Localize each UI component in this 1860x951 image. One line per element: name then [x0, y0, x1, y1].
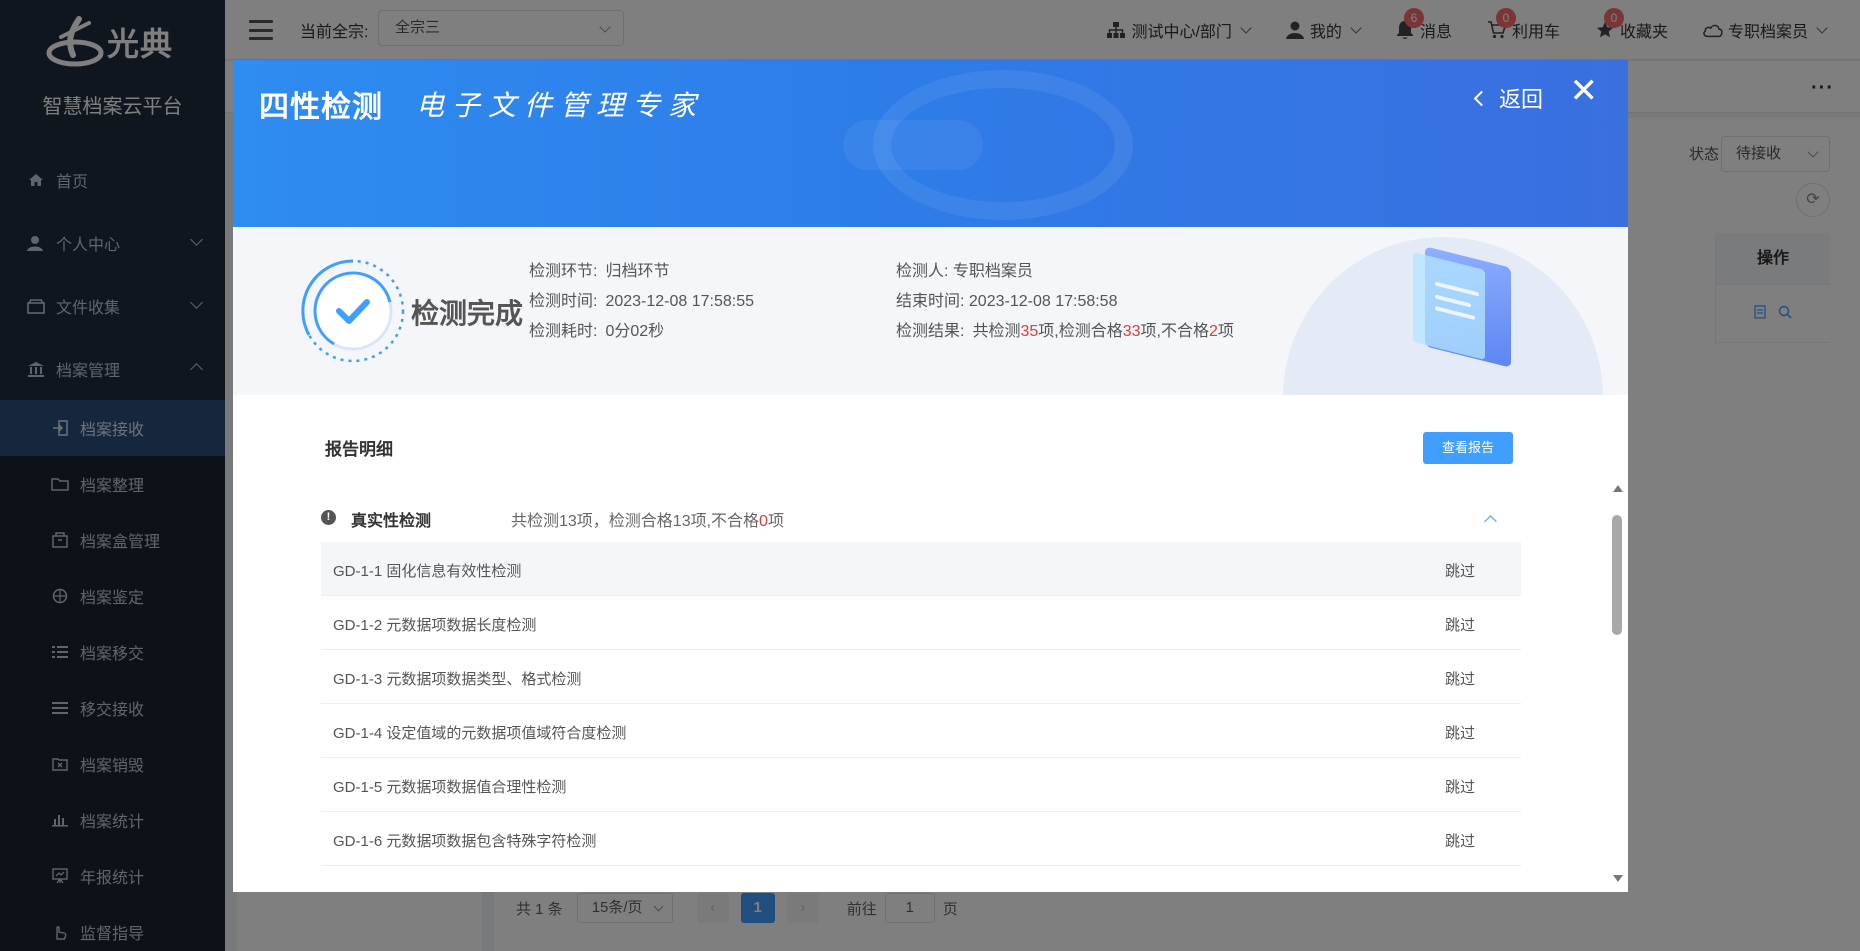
group-stat-prefix: 共检测13项，检测合格13项,不合格	[511, 513, 760, 530]
dialog-slogan: 电子文件管理专家	[416, 89, 705, 122]
row-result: 跳过	[1445, 725, 1476, 742]
table-row: GD-1-4 设定值域的元数据项值域符合度检测 跳过	[321, 704, 1521, 758]
detection-info-left: 检测环节: 归档环节 检测时间: 2023-12-08 17:58:55 检测耗时:…	[529, 257, 754, 347]
row-result: 跳过	[1445, 833, 1476, 850]
group-stat: 共检测13项，检测合格13项,不合格0项	[511, 507, 784, 531]
inspector-label: 检测人:	[896, 263, 949, 280]
duration-value: 0分02秒	[605, 323, 665, 340]
back-label: 返回	[1498, 87, 1543, 112]
row-item: GD-1-3 元数据项数据类型、格式检测	[333, 671, 582, 688]
table-row: GD-1-6 元数据项数据包含特殊字符检测 跳过	[321, 812, 1521, 866]
result-total: 35	[1020, 323, 1039, 340]
back-button[interactable]: 返回	[1473, 82, 1543, 114]
view-report-button[interactable]: 查看报告	[1423, 432, 1513, 464]
report-detail-title: 报告明细	[325, 440, 393, 459]
row-item: GD-1-2 元数据项数据长度检测	[333, 617, 537, 634]
result-suffix: 项	[1217, 323, 1234, 340]
four-properties-dialog: 四性检测 电子文件管理专家 返回 ✕ 检测完成 检测环节: 归档环节 检测时间: 2…	[233, 60, 1628, 892]
row-item: GD-1-1 固化信息有效性检测	[333, 563, 522, 580]
row-result: 跳过	[1445, 563, 1476, 580]
stage-label: 检测环节:	[529, 263, 598, 280]
detail-scrollbar[interactable]	[1611, 485, 1623, 882]
row-item: GD-1-5 元数据项数据值合理性检测	[333, 779, 567, 796]
result-total-prefix: 共检测	[972, 323, 1021, 340]
detection-summary: 检测完成 检测环节: 归档环节 检测时间: 2023-12-08 17:58:55 …	[233, 227, 1628, 395]
row-item: GD-1-6 元数据项数据包含特殊字符检测	[333, 833, 597, 850]
warning-icon: !	[321, 510, 336, 525]
scroll-down-icon[interactable]	[1613, 875, 1623, 882]
inspector-value: 专职档案员	[952, 263, 1033, 280]
result-label: 检测结果:	[896, 323, 965, 340]
result-pass: 33	[1122, 323, 1141, 340]
scroll-up-icon[interactable]	[1613, 485, 1623, 492]
check-circle-icon	[301, 259, 405, 363]
time-label: 检测时间:	[529, 293, 598, 310]
detection-status: 检测完成	[411, 298, 524, 329]
detection-info-right: 检测人: 专职档案员 结束时间: 2023-12-08 17:58:58 检测结…	[896, 257, 1234, 347]
duration-label: 检测耗时:	[529, 323, 598, 340]
group-stat-suffix: 项	[767, 513, 784, 530]
end-time-value: 2023-12-08 17:58:58	[968, 293, 1118, 310]
row-result: 跳过	[1445, 617, 1476, 634]
dialog-title: 四性检测	[259, 91, 383, 124]
end-time-label: 结束时间:	[896, 293, 965, 310]
result-fail: 2	[1208, 323, 1218, 340]
scrollbar-thumb[interactable]	[1612, 515, 1622, 635]
group-name: 真实性检测	[351, 513, 432, 530]
row-item: GD-1-4 设定值域的元数据项值域符合度检测	[333, 725, 627, 742]
result-pass-prefix: 项,检测合格	[1038, 323, 1123, 340]
chevron-up-icon[interactable]	[1484, 515, 1497, 528]
row-result: 跳过	[1445, 779, 1476, 796]
report-detail: 报告明细 查看报告 ! 真实性检测 共检测13项，检测合格13项,不合格0项 G…	[233, 395, 1628, 892]
stage-value: 归档环节	[605, 263, 670, 280]
group-stat-fail: 0	[759, 513, 768, 530]
dialog-banner: 四性检测 电子文件管理专家 返回 ✕	[233, 60, 1628, 227]
close-icon[interactable]: ✕	[1570, 74, 1599, 108]
table-row: GD-1-3 元数据项数据类型、格式检测 跳过	[321, 650, 1521, 704]
banner-decoration	[843, 120, 983, 170]
detection-rows: GD-1-1 固化信息有效性检测 跳过 GD-1-2 元数据项数据长度检测 跳过…	[321, 542, 1521, 866]
table-row: GD-1-1 固化信息有效性检测 跳过	[321, 542, 1521, 596]
time-value: 2023-12-08 17:58:55	[605, 293, 755, 310]
table-row: GD-1-5 元数据项数据值合理性检测 跳过	[321, 758, 1521, 812]
document-illustration-icon	[1413, 246, 1523, 368]
row-result: 跳过	[1445, 671, 1476, 688]
chevron-left-icon	[1473, 90, 1490, 106]
authenticity-group-header[interactable]: ! 真实性检测 共检测13项，检测合格13项,不合格0项	[321, 493, 1521, 543]
result-fail-prefix: 项,不合格	[1140, 323, 1209, 340]
table-row: GD-1-2 元数据项数据长度检测 跳过	[321, 596, 1521, 650]
